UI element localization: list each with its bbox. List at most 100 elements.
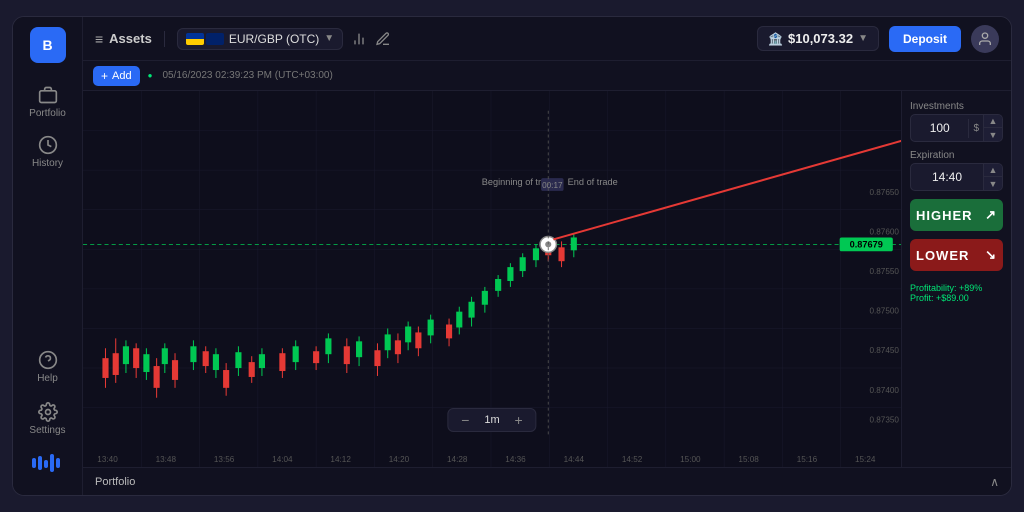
sidebar-bottom: Help Settings: [13, 342, 82, 485]
zoom-in-button[interactable]: +: [510, 412, 528, 428]
subheader: + Add ● 05/16/2023 02:39:23 PM (UTC+03:0…: [83, 61, 1011, 91]
sidebar-item-portfolio[interactable]: Portfolio: [13, 77, 82, 127]
sidebar-logo[interactable]: B: [30, 27, 66, 63]
sidebar: B Portfolio History Help: [13, 17, 83, 495]
svg-text:15:00: 15:00: [680, 455, 701, 464]
binolla-brand-icon: [30, 454, 66, 472]
investment-stepper[interactable]: ▲ ▼: [983, 115, 1002, 141]
wallet-icon: 🏦: [768, 32, 783, 46]
investment-input[interactable]: 100 $ ▲ ▼: [910, 114, 1003, 142]
expiry-decrease-button[interactable]: ▼: [984, 177, 1002, 190]
svg-text:14:12: 14:12: [330, 455, 351, 464]
svg-text:15:16: 15:16: [797, 455, 818, 464]
profitability-amount: Profit: +$89.00: [910, 293, 1003, 303]
add-label: Add: [112, 70, 132, 82]
expiry-stepper[interactable]: ▲ ▼: [983, 164, 1002, 190]
sidebar-item-history-label: History: [32, 158, 63, 169]
svg-text:13:48: 13:48: [156, 455, 177, 464]
sidebar-item-portfolio-label: Portfolio: [29, 108, 66, 119]
header: ≡ Assets EUR/GBP (OTC) ▼: [83, 17, 1011, 61]
balance-dropdown-icon: ▼: [858, 33, 868, 44]
svg-text:0.87650: 0.87650: [869, 188, 899, 197]
lower-button[interactable]: LOWER ↘: [910, 239, 1003, 271]
sidebar-item-settings-label: Settings: [29, 425, 65, 436]
binolla-logo: [30, 446, 66, 485]
timeframe-label: 1m: [480, 414, 503, 426]
sidebar-item-help-label: Help: [37, 373, 58, 384]
add-plus-icon: +: [101, 69, 108, 83]
assets-panel: ≡ Assets: [95, 31, 165, 47]
expiration-label: Expiration: [910, 150, 1003, 161]
higher-label: HIGHER: [916, 208, 973, 223]
asset-pair-selector[interactable]: EUR/GBP (OTC) ▼: [177, 28, 343, 50]
sidebar-item-settings[interactable]: Settings: [13, 394, 82, 444]
svg-text:0.87450: 0.87450: [869, 346, 899, 355]
portfolio-icon: [38, 85, 58, 105]
investment-decrease-button[interactable]: ▼: [984, 128, 1002, 141]
svg-text:14:20: 14:20: [389, 455, 410, 464]
investment-value: 100: [911, 117, 968, 139]
user-avatar[interactable]: [971, 25, 999, 53]
chart-type-icon[interactable]: [351, 31, 367, 47]
asset-flags: [186, 33, 224, 45]
investment-currency: $: [968, 119, 983, 138]
profitability-section: Profitability: +89% Profit: +$89.00: [910, 283, 1003, 303]
profitability-percentage: Profitability: +89%: [910, 283, 1003, 293]
eur-flag-icon: [186, 33, 204, 45]
chart-container[interactable]: 0.87679 Beginning of trade 00:17 End of …: [83, 91, 901, 467]
chart-timestamp: 05/16/2023 02:39:23 PM (UTC+03:00): [162, 70, 332, 81]
portfolio-bar-label: Portfolio: [95, 476, 135, 488]
svg-text:13:56: 13:56: [214, 455, 235, 464]
lower-arrow-icon: ↘: [985, 247, 997, 263]
sidebar-item-help[interactable]: Help: [13, 342, 82, 392]
asset-dropdown-icon: ▼: [324, 33, 334, 44]
svg-text:14:44: 14:44: [564, 455, 585, 464]
svg-text:15:24: 15:24: [855, 455, 876, 464]
svg-text:0.87500: 0.87500: [869, 307, 899, 316]
svg-text:15:08: 15:08: [738, 455, 759, 464]
header-tools: [351, 31, 391, 47]
svg-text:0.87400: 0.87400: [869, 386, 899, 395]
chart-controls: − 1m +: [447, 408, 536, 432]
svg-text:14:04: 14:04: [272, 455, 293, 464]
portfolio-chevron-icon: ∧: [990, 475, 999, 489]
lower-label: LOWER: [916, 248, 969, 263]
investment-increase-button[interactable]: ▲: [984, 115, 1002, 128]
sidebar-item-history[interactable]: History: [13, 127, 82, 177]
balance-amount: $10,073.32: [788, 31, 853, 46]
assets-title: Assets: [109, 31, 152, 46]
svg-text:00:17: 00:17: [542, 181, 563, 190]
expiry-increase-button[interactable]: ▲: [984, 164, 1002, 177]
svg-text:14:52: 14:52: [622, 455, 643, 464]
expiration-section: Expiration 14:40 ▲ ▼: [910, 150, 1003, 191]
svg-text:0.87679: 0.87679: [850, 239, 883, 249]
add-button[interactable]: + Add: [93, 66, 140, 86]
svg-text:End of trade: End of trade: [568, 177, 618, 187]
settings-icon: [38, 402, 58, 422]
header-right: 🏦 $10,073.32 ▼ Deposit: [757, 25, 999, 53]
svg-text:14:36: 14:36: [505, 455, 526, 464]
gbp-flag-icon: [206, 33, 224, 45]
help-icon: [38, 350, 58, 370]
portfolio-bar[interactable]: Portfolio ∧: [83, 467, 1011, 495]
svg-text:0.87550: 0.87550: [869, 267, 899, 276]
zoom-out-button[interactable]: −: [456, 412, 474, 428]
balance-display[interactable]: 🏦 $10,073.32 ▼: [757, 26, 879, 51]
svg-text:13:40: 13:40: [97, 455, 118, 464]
chart-right-row: 0.87679 Beginning of trade 00:17 End of …: [83, 91, 1011, 467]
investments-label: Investments: [910, 101, 1003, 112]
right-panel: Investments 100 $ ▲ ▼ Expiration 14:40: [901, 91, 1011, 467]
expiry-value: 14:40: [911, 166, 983, 188]
deposit-button[interactable]: Deposit: [889, 26, 961, 52]
live-dot: ●: [148, 71, 153, 80]
svg-text:0.87600: 0.87600: [869, 228, 899, 237]
expiry-input[interactable]: 14:40 ▲ ▼: [910, 163, 1003, 191]
investments-section: Investments 100 $ ▲ ▼: [910, 101, 1003, 142]
assets-menu-icon: ≡: [95, 31, 103, 47]
main-content: ≡ Assets EUR/GBP (OTC) ▼: [83, 17, 1011, 495]
svg-text:14:28: 14:28: [447, 455, 468, 464]
draw-tool-icon[interactable]: [375, 31, 391, 47]
higher-button[interactable]: HIGHER ↗: [910, 199, 1003, 231]
higher-arrow-icon: ↗: [985, 207, 997, 223]
history-icon: [38, 135, 58, 155]
